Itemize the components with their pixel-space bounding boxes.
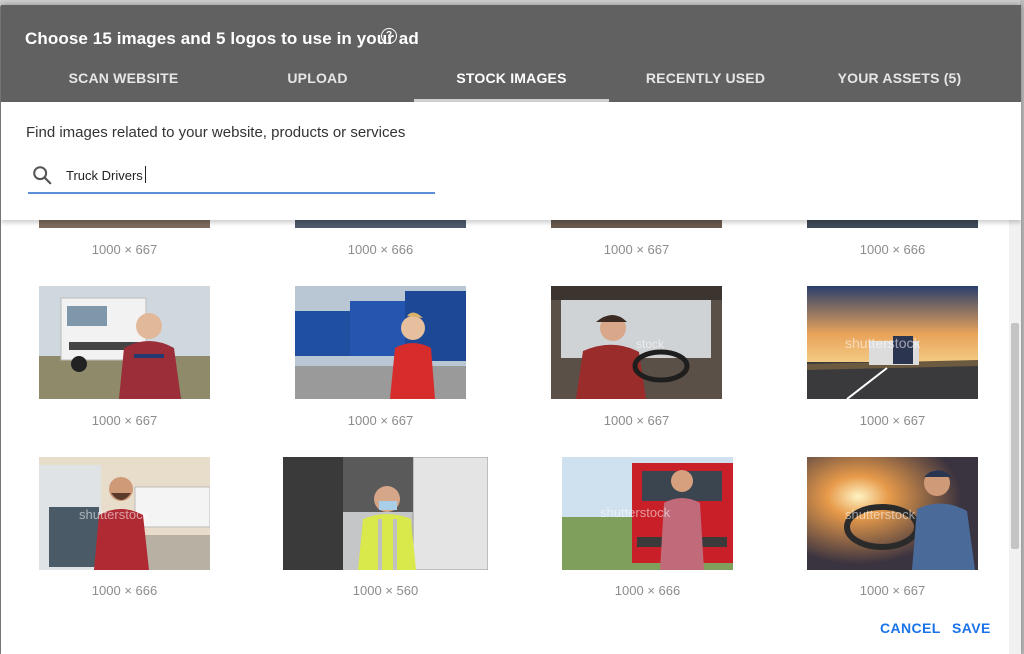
image-thumb[interactable] xyxy=(295,220,466,228)
search-hint: Find images related to your website, pro… xyxy=(26,124,406,141)
image-thumb[interactable] xyxy=(39,220,210,228)
scrollbar[interactable] xyxy=(1009,220,1021,654)
tab-scan-website[interactable]: SCAN WEBSITE xyxy=(26,57,221,102)
image-thumb-driver-white-truck[interactable] xyxy=(39,286,210,399)
scrollbar-thumb[interactable] xyxy=(1011,323,1019,549)
image-thumb-truck-sunset[interactable]: shutterstock xyxy=(807,286,978,399)
image-dimensions: 1000 × 560 xyxy=(352,583,419,598)
search-input[interactable] xyxy=(66,165,426,185)
image-thumb-driver-in-cab[interactable]: stock xyxy=(551,286,722,399)
search-icon xyxy=(33,166,52,185)
tab-your-assets[interactable]: YOUR ASSETS (5) xyxy=(802,57,997,102)
image-dimensions: 1000 × 667 xyxy=(603,413,670,428)
image-picker-dialog: Choose 15 images and 5 logos to use in y… xyxy=(1,5,1021,654)
image-thumb-bearded-driver[interactable]: shutterstock xyxy=(39,457,210,570)
image-thumb-driver-red-truck[interactable]: shutterstock xyxy=(562,457,733,570)
tab-bar: SCAN WEBSITE UPLOAD STOCK IMAGES RECENTL… xyxy=(1,57,1021,102)
image-dimensions: 1000 × 667 xyxy=(91,242,158,257)
text-caret xyxy=(145,166,146,183)
image-thumb-driver-sunlight[interactable]: shutterstock xyxy=(807,457,978,570)
watermark: shutterstock xyxy=(845,507,916,522)
watermark: shutterstock xyxy=(600,505,671,520)
tab-upload[interactable]: UPLOAD xyxy=(220,57,415,102)
question-circle-icon[interactable]: ? xyxy=(381,28,397,44)
image-dimensions: 1000 × 666 xyxy=(859,242,926,257)
dialog-title: Choose 15 images and 5 logos to use in y… xyxy=(25,29,419,48)
image-thumb-driver-hi-vis[interactable] xyxy=(283,457,488,570)
image-dimensions: 1000 × 667 xyxy=(91,413,158,428)
search-panel: Find images related to your website, pro… xyxy=(1,102,1021,220)
watermark: shutterstock xyxy=(79,507,150,522)
image-dimensions: 1000 × 667 xyxy=(347,413,414,428)
image-dimensions: 1000 × 667 xyxy=(603,242,670,257)
dialog-header: Choose 15 images and 5 logos to use in y… xyxy=(1,5,1021,102)
image-dimensions: 1000 × 666 xyxy=(347,242,414,257)
search-field[interactable] xyxy=(28,158,435,194)
image-dimensions: 1000 × 667 xyxy=(859,413,926,428)
image-dimensions: 1000 × 667 xyxy=(859,583,926,598)
image-grid: 1000 × 667 1000 × 666 1000 × 667 1000 × … xyxy=(1,220,1007,654)
image-thumb[interactable] xyxy=(807,220,978,228)
svg-text:stock: stock xyxy=(636,337,665,351)
image-thumb[interactable] xyxy=(551,220,722,228)
image-dimensions: 1000 × 666 xyxy=(614,583,681,598)
image-thumb-woman-blue-trucks[interactable] xyxy=(295,286,466,399)
save-button[interactable]: SAVE xyxy=(952,620,991,636)
image-dimensions: 1000 × 666 xyxy=(91,583,158,598)
watermark: shutterstock xyxy=(845,335,921,351)
tab-stock-images[interactable]: STOCK IMAGES xyxy=(414,57,609,102)
tab-recently-used[interactable]: RECENTLY USED xyxy=(608,57,803,102)
cancel-button[interactable]: CANCEL xyxy=(880,620,941,636)
